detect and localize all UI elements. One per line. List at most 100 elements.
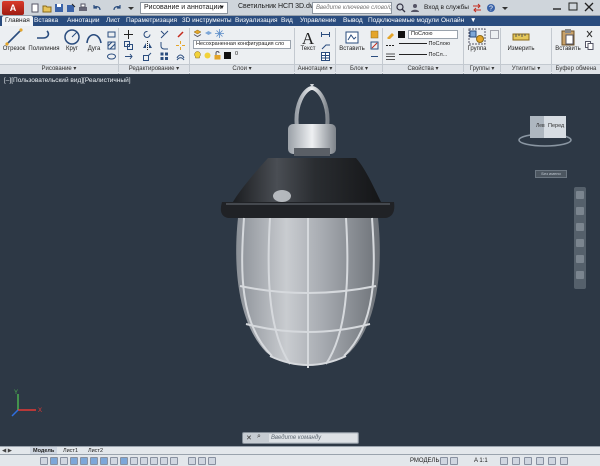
insert-block-tool[interactable]: Вставить: [338, 28, 366, 52]
block-panel-title[interactable]: Блок ▾: [336, 64, 382, 74]
layer-unlock-icon[interactable]: [213, 51, 222, 60]
circle-tool[interactable]: Круг: [62, 28, 82, 52]
draw-panel-title[interactable]: Рисование ▾: [0, 64, 118, 74]
scale-icon[interactable]: [143, 52, 152, 61]
steering-wheel-icon[interactable]: [576, 191, 584, 199]
block-attribute-icon[interactable]: [370, 52, 379, 61]
showmotion-icon[interactable]: [576, 255, 584, 263]
save-as-icon[interactable]: [66, 3, 76, 13]
undo-icon[interactable]: [92, 3, 102, 13]
hardware-acceleration-icon[interactable]: [524, 457, 532, 465]
layout-grid-icon[interactable]: [198, 457, 206, 465]
tab-render[interactable]: Визуализация: [235, 16, 278, 26]
viewport-icon[interactable]: [208, 457, 216, 465]
layers-panel-title[interactable]: Слои ▾: [190, 64, 294, 74]
help-icon[interactable]: ?: [486, 3, 496, 13]
line-tool[interactable]: Отрезок: [2, 28, 26, 52]
cut-icon[interactable]: [585, 30, 594, 39]
offset-icon[interactable]: [176, 52, 185, 61]
move-icon[interactable]: [124, 30, 133, 39]
tab-output[interactable]: Вывод: [343, 16, 363, 26]
minimize-icon[interactable]: [550, 1, 564, 13]
tab-addins[interactable]: Подключаемые модули: [368, 16, 439, 26]
quick-access-dropdown-icon[interactable]: [126, 3, 136, 13]
viewport-controls-label[interactable]: [–][Пользовательский вид][Реалистичный]: [4, 77, 131, 84]
open-folder-icon[interactable]: [42, 3, 52, 13]
ellipse-icon[interactable]: [107, 52, 116, 61]
new-file-icon[interactable]: [30, 3, 40, 13]
measure-tool[interactable]: Измерить: [503, 28, 539, 52]
maximize-icon[interactable]: [566, 1, 580, 13]
search-input[interactable]: Введите ключевое слово/фразу: [312, 2, 392, 14]
tab-insert[interactable]: Вставка: [34, 16, 58, 26]
help-dropdown-icon[interactable]: [500, 3, 510, 13]
workspace-selector[interactable]: Рисование и аннотации ▼: [140, 2, 228, 14]
erase-icon[interactable]: [176, 30, 185, 39]
modify-panel-title[interactable]: Редактирование ▾: [119, 64, 189, 74]
command-customize-icon[interactable]: ⌕: [257, 433, 261, 441]
otrack-icon[interactable]: [100, 457, 108, 465]
tab-parametric[interactable]: Параметризация: [126, 16, 177, 26]
dynamic-input-icon[interactable]: [120, 457, 128, 465]
tab-3d-tools[interactable]: 3D инструменты: [182, 16, 232, 26]
lineweight-toggle-icon[interactable]: [130, 457, 138, 465]
layer-tools-icon[interactable]: [204, 29, 213, 38]
isolate-objects-icon[interactable]: [536, 457, 544, 465]
viewcube-left-face[interactable]: Лев: [536, 123, 545, 129]
osnap-icon[interactable]: [80, 457, 88, 465]
grid-icon[interactable]: [50, 457, 58, 465]
tab-home[interactable]: Главная: [2, 16, 33, 26]
3d-osnap-icon[interactable]: [90, 457, 98, 465]
save-icon[interactable]: [54, 3, 64, 13]
orbit-icon[interactable]: [576, 239, 584, 247]
ortho-icon[interactable]: [60, 457, 68, 465]
tab-layout[interactable]: Лист: [106, 16, 120, 26]
match-properties-icon[interactable]: [386, 30, 395, 40]
explode-icon[interactable]: [176, 41, 185, 50]
paste-tool[interactable]: Вставить: [554, 28, 582, 52]
exchange-icon[interactable]: [472, 3, 482, 13]
fillet-icon[interactable]: [160, 41, 169, 50]
redo-icon[interactable]: [112, 3, 122, 13]
layer-state-combo[interactable]: Несохраненная конфигурация сло: [193, 40, 291, 49]
quick-properties-icon[interactable]: [150, 457, 158, 465]
create-block-icon[interactable]: [370, 30, 379, 39]
tab-manage[interactable]: Управление: [300, 16, 336, 26]
table-icon[interactable]: [321, 52, 330, 61]
viewport-lock-icon[interactable]: [440, 457, 448, 465]
copy-clip-icon[interactable]: [585, 41, 594, 50]
pan-icon[interactable]: [576, 207, 584, 215]
stretch-icon[interactable]: [124, 52, 133, 61]
annotation-scale[interactable]: A 1:1: [474, 457, 488, 465]
text-tool[interactable]: A Текст: [297, 28, 319, 52]
wcs-menu[interactable]: Без имени: [535, 170, 567, 178]
linetype-combo[interactable]: ПоСлою: [397, 41, 458, 50]
edit-block-icon[interactable]: [370, 41, 379, 50]
application-menu-button[interactable]: A: [2, 1, 24, 15]
color-combo[interactable]: ПоСлою: [408, 30, 458, 39]
mirror-icon[interactable]: [143, 41, 152, 50]
polyline-tool[interactable]: Полилиния: [28, 28, 60, 52]
zoom-icon[interactable]: [576, 223, 584, 231]
workspace-switch-icon[interactable]: [500, 457, 508, 465]
layer-properties-icon[interactable]: [193, 29, 202, 38]
drawing-viewport[interactable]: Y X [–][Пользовательский вид][Реалистичн…: [0, 74, 600, 430]
clipboard-panel-title[interactable]: Буфер обмена: [552, 64, 600, 74]
annotation-panel-title[interactable]: Аннотации ▾: [295, 64, 335, 74]
layer-freeze-icon[interactable]: [215, 29, 224, 38]
close-command-icon[interactable]: ✕: [246, 434, 252, 442]
user-icon[interactable]: [410, 3, 420, 13]
snap-icon[interactable]: [40, 457, 48, 465]
trim-icon[interactable]: [160, 30, 169, 39]
utilities-panel-title[interactable]: Утилиты ▾: [501, 64, 551, 74]
polar-icon[interactable]: [70, 457, 78, 465]
rotate-icon[interactable]: [143, 30, 152, 39]
command-input[interactable]: Введите команду: [269, 434, 357, 442]
status-menu-icon[interactable]: [548, 457, 556, 465]
hatch-icon[interactable]: [107, 41, 116, 50]
clean-screen-icon[interactable]: [560, 457, 568, 465]
annotation-visibility-icon[interactable]: [450, 457, 458, 465]
ungroup-icon[interactable]: [490, 30, 499, 39]
groups-panel-title[interactable]: Группы ▾: [464, 64, 500, 74]
tab-view[interactable]: Вид: [281, 16, 293, 26]
